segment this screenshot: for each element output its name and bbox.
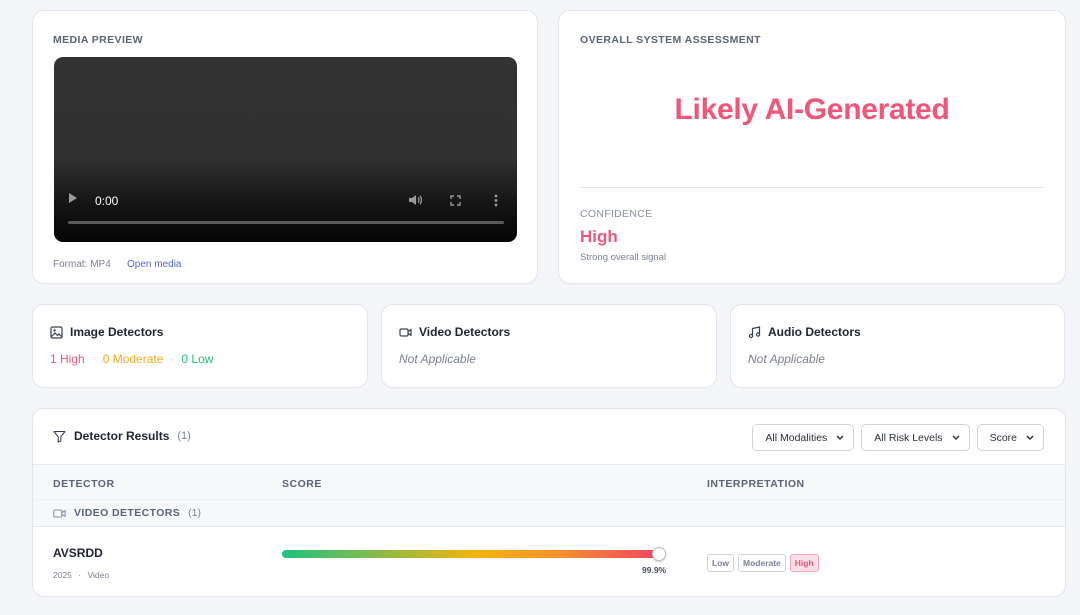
detector-modality: Video [87, 570, 110, 580]
confidence-label: CONFIDENCE [580, 208, 653, 220]
image-detectors-card: Image Detectors 1 High · 0 Moderate · 0 Low [32, 304, 368, 388]
group-title: VIDEO DETECTORS [74, 507, 181, 519]
overall-assessment-card: OVERALL SYSTEM ASSESSMENT Likely AI-Gene… [558, 10, 1066, 284]
separator-dot: · [170, 352, 175, 366]
audio-detectors-status: Not Applicable [748, 352, 825, 366]
table-header: DETECTOR SCORE INTERPRETATION [33, 464, 1065, 500]
separator-dot: · [78, 570, 82, 580]
score-value: 99.9% [642, 565, 667, 575]
volume-icon[interactable] [408, 194, 422, 206]
sort-value: Score [989, 431, 1017, 444]
play-icon[interactable] [69, 193, 77, 203]
assessment-verdict: Likely AI-Generated [674, 93, 950, 126]
confidence-value: High [580, 227, 618, 246]
fullscreen-icon[interactable] [450, 195, 461, 206]
column-header-score[interactable]: SCORE [282, 478, 322, 490]
video-detectors-group-row: VIDEO DETECTORS (1) [33, 500, 1065, 527]
moderate-count: 0 Moderate [102, 352, 164, 366]
chevron-down-icon [952, 435, 960, 440]
confidence-subtext: Strong overall signal [580, 252, 667, 263]
media-preview-card: MEDIA PREVIEW 0:00 Format: MP4 Open medi… [32, 10, 538, 284]
detector-results-card: Detector Results (1) All Modalities All … [32, 408, 1066, 597]
detector-meta: 2025 · Video [53, 570, 109, 580]
sort-select[interactable]: Score [976, 424, 1044, 451]
table-row[interactable]: AVSRDD 2025 · Video 99.9% Low Moderate H… [33, 528, 1065, 596]
chevron-down-icon [1026, 435, 1034, 440]
score-marker [651, 547, 666, 561]
detector-results-title: Detector Results [74, 429, 170, 443]
filter-controls: All Modalities All Risk Levels Score [752, 424, 1044, 451]
open-media-link[interactable]: Open media [127, 259, 181, 270]
group-label: VIDEO DETECTORS (1) [53, 507, 201, 519]
video-camera-icon [53, 508, 66, 518]
column-header-detector[interactable]: DETECTOR [53, 478, 115, 490]
chevron-down-icon [836, 435, 844, 440]
detector-year: 2025 [53, 570, 72, 580]
video-detectors-title: Video Detectors [419, 325, 511, 339]
score-gradient-bar [282, 547, 666, 561]
video-detectors-status: Not Applicable [399, 352, 476, 366]
detector-results-count: (1) [177, 430, 191, 442]
audio-detectors-title: Audio Detectors [768, 325, 861, 339]
image-detectors-title: Image Detectors [70, 325, 164, 339]
video-detectors-header: Video Detectors [399, 325, 510, 339]
music-note-icon [748, 325, 761, 338]
overall-assessment-label: OVERALL SYSTEM ASSESSMENT [580, 34, 761, 46]
risk-level-filter-value: All Risk Levels [874, 431, 943, 444]
high-count: 1 High [50, 352, 85, 366]
chip-high: High [789, 554, 819, 572]
modality-filter-select[interactable]: All Modalities [752, 424, 855, 451]
detector-results-header: Detector Results (1) [53, 429, 191, 443]
low-count: 0 Low [181, 352, 214, 366]
filter-icon [53, 430, 66, 443]
column-header-interpretation[interactable]: INTERPRETATION [707, 478, 805, 490]
image-detectors-header: Image Detectors [50, 325, 163, 339]
chip-moderate: Moderate [738, 554, 786, 572]
media-format: Format: MP4 [53, 259, 111, 270]
media-preview-label: MEDIA PREVIEW [53, 34, 143, 46]
playback-progress-bar[interactable] [68, 221, 504, 224]
risk-level-filter-select[interactable]: All Risk Levels [861, 424, 970, 451]
video-camera-icon [399, 327, 412, 337]
video-detectors-card: Video Detectors Not Applicable [381, 304, 717, 388]
interpretation-chips: Low Moderate High [707, 554, 819, 572]
separator-dot: · [91, 352, 96, 366]
image-detectors-counts: 1 High · 0 Moderate · 0 Low [50, 352, 213, 366]
image-icon [50, 325, 63, 339]
more-options-icon[interactable] [494, 194, 498, 207]
divider [580, 187, 1044, 188]
audio-detectors-header: Audio Detectors [748, 325, 861, 339]
detector-name: AVSRDD [53, 546, 103, 560]
audio-detectors-card: Audio Detectors Not Applicable [730, 304, 1065, 388]
modality-filter-value: All Modalities [765, 431, 828, 444]
video-player[interactable]: 0:00 [54, 57, 517, 242]
player-time: 0:00 [95, 194, 119, 208]
group-count: (1) [188, 507, 201, 519]
chip-low: Low [707, 554, 734, 572]
